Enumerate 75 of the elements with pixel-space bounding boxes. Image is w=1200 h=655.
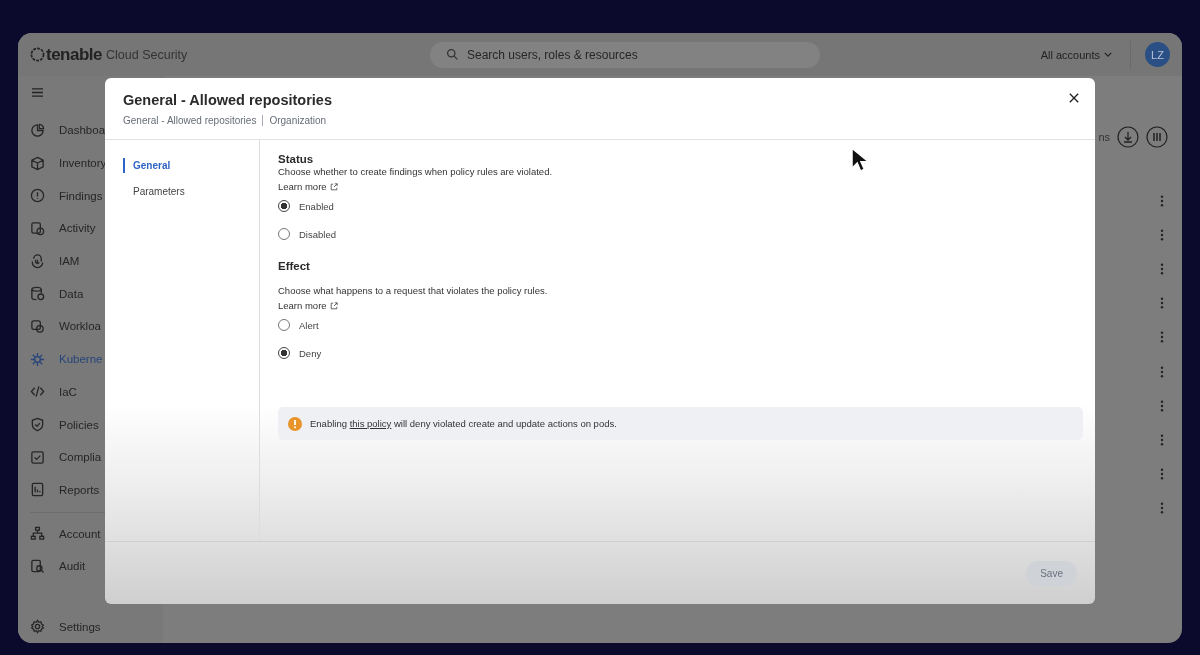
pie-chart-icon [30,122,45,138]
columns-icon[interactable] [1146,126,1168,148]
sidebar-item[interactable]: Policies [30,408,163,441]
sidebar-item[interactable]: Reports [30,473,163,507]
report-icon [30,482,45,498]
more-options-icon[interactable] [1160,229,1164,242]
section-heading: Status [278,153,314,165]
sidebar-item[interactable]: IAM [30,244,163,278]
sidebar-item[interactable]: Account [30,517,130,550]
search-field[interactable]: Search users, roles & resources [430,41,820,68]
document-clock-icon [30,220,45,236]
more-options-icon[interactable] [1160,433,1164,446]
squares-icon [30,318,45,334]
learn-more-link[interactable]: Learn more [278,300,338,311]
hierarchy-icon [30,526,45,542]
more-options-icon[interactable] [1160,331,1164,344]
dialog-nav-item[interactable]: Parameters [123,184,185,199]
sidebar-item[interactable]: IaC [30,375,163,409]
shield-check-icon [30,417,45,433]
database-icon [30,286,45,302]
close-icon[interactable] [1069,93,1079,103]
policy-link[interactable]: this policy [349,418,392,429]
code-icon [30,384,45,400]
fingerprint-icon [30,253,45,269]
section-description: Choose what happens to a request that violates the policy rules. [278,285,548,296]
breadcrumb-item[interactable]: General - Allowed repositories [123,115,257,126]
cube-icon [30,155,45,171]
sidebar-item[interactable]: Audit [30,549,130,583]
more-options-icon[interactable] [1160,297,1164,310]
radio-button[interactable] [278,319,290,331]
option-label[interactable]: Disabled [299,228,336,240]
section-heading: Effect [278,260,310,272]
sidebar-item[interactable]: Data [30,277,163,311]
sidebar-item[interactable]: Activity [30,212,163,245]
learn-more-link[interactable]: Learn more [278,181,338,192]
product-name: Cloud Security [106,47,188,62]
accounts-dropdown[interactable]: All accounts [1036,44,1116,65]
wheel-icon [30,351,45,367]
gear-icon [30,619,45,635]
radio-button[interactable] [278,228,290,240]
more-options-icon[interactable] [1160,467,1164,480]
logo-text: tenable [46,44,103,65]
option-label[interactable]: Alert [299,319,319,331]
sidebar-item[interactable]: Settings [30,610,163,643]
menu-icon[interactable] [31,87,44,98]
more-options-icon[interactable] [1160,365,1164,378]
notice-text: Enabling this policy will deny violated create and update actions on pods. [310,418,617,429]
download-icon[interactable] [1117,126,1139,148]
mouse-cursor-icon [851,147,867,173]
search-icon [446,47,459,61]
document-search-icon [30,558,45,574]
option-label[interactable]: Enabled [299,200,334,212]
sidebar-item[interactable]: Kuberne [30,342,163,376]
option-label[interactable]: Deny [299,347,322,359]
section-description: Choose whether to create findings when policy rules are violated. [278,166,553,177]
logo-icon [30,47,45,62]
warning-icon [288,416,302,431]
more-options-icon[interactable] [1160,263,1164,276]
exclamation-circle-icon [30,188,45,204]
dialog-nav-item[interactable]: General [123,158,171,173]
radio-button[interactable] [278,347,290,359]
external-link-icon [329,301,338,310]
chevron-down-icon [1104,52,1112,57]
sidebar-item[interactable]: Complia [30,440,163,474]
more-options-icon[interactable] [1160,399,1164,412]
more-options-icon[interactable] [1160,195,1164,208]
dialog-title: General - Allowed repositories [123,92,332,108]
checkbox-icon [30,449,45,465]
sidebar-item[interactable]: Workloa [30,310,163,343]
more-options-icon[interactable] [1160,501,1164,514]
user-avatar[interactable]: LZ [1145,42,1170,67]
radio-button[interactable] [278,200,290,212]
breadcrumb-item[interactable]: Organization [269,115,327,126]
external-link-icon [329,182,338,191]
toolbar-text: ns [1098,131,1110,143]
